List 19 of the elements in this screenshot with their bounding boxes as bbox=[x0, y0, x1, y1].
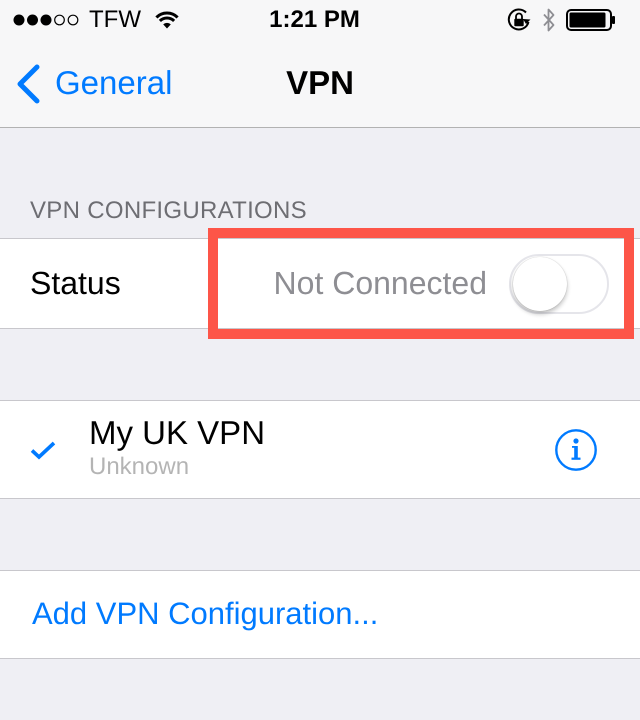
configuration-status: Unknown bbox=[89, 454, 190, 480]
orientation-lock-icon bbox=[506, 7, 532, 33]
info-button[interactable] bbox=[555, 428, 597, 470]
page-title: VPN bbox=[286, 65, 354, 102]
wifi-icon bbox=[154, 11, 179, 29]
clock-time: 1:21 PM bbox=[269, 8, 360, 32]
back-chevron-icon bbox=[16, 64, 40, 104]
info-icon bbox=[555, 428, 597, 470]
carrier-name: TFW bbox=[89, 8, 141, 32]
back-button[interactable]: General bbox=[0, 64, 172, 104]
signal-strength-icon bbox=[13, 14, 79, 26]
add-vpn-configuration-button[interactable]: Add VPN Configuration... bbox=[0, 570, 640, 659]
battery-icon bbox=[566, 9, 616, 31]
vpn-configuration-row[interactable]: My UK VPN Unknown bbox=[0, 400, 640, 499]
configuration-name: My UK VPN bbox=[89, 416, 266, 450]
section-header: VPN CONFIGURATIONS bbox=[30, 199, 307, 223]
bluetooth-icon bbox=[543, 7, 555, 33]
connection-status-text: Not Connected bbox=[274, 266, 487, 302]
status-label: Status bbox=[30, 266, 121, 302]
